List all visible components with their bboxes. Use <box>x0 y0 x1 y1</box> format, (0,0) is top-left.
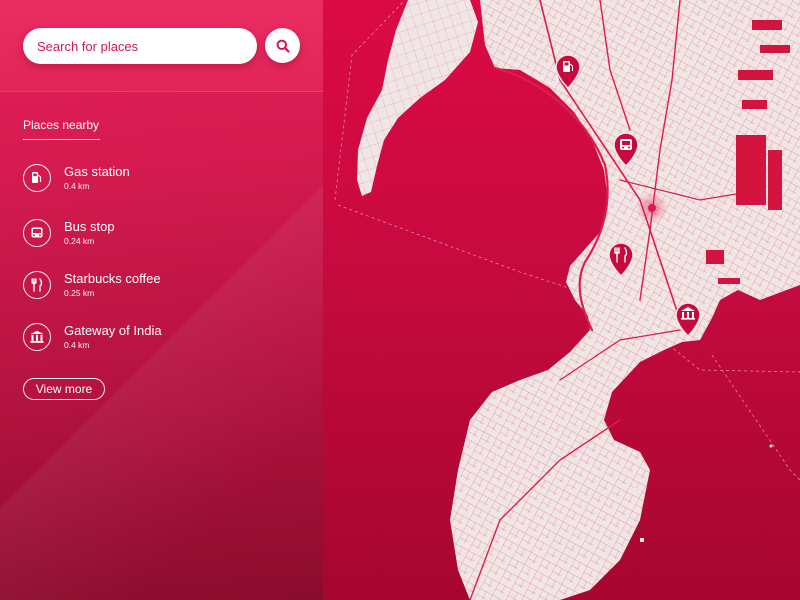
bus-icon <box>23 219 51 247</box>
map-land <box>357 0 800 600</box>
place-name: Gas station <box>64 164 130 179</box>
place-name: Gateway of India <box>64 323 162 338</box>
bus-icon <box>620 139 632 150</box>
search-input[interactable] <box>23 28 257 64</box>
place-item-gateway-of-india[interactable]: Gateway of India 0.4 km <box>23 323 283 355</box>
place-item-starbucks[interactable]: Starbucks coffee 0.25 km <box>23 271 283 303</box>
place-distance: 0.24 km <box>64 236 95 246</box>
place-distance: 0.4 km <box>64 181 90 191</box>
view-more-button[interactable]: View more <box>23 378 105 400</box>
search-button[interactable] <box>265 28 300 63</box>
gas-pump-icon <box>23 164 51 192</box>
place-item-bus-stop[interactable]: Bus stop 0.24 km <box>23 219 283 251</box>
search-box[interactable] <box>23 28 257 64</box>
place-distance: 0.25 km <box>64 288 95 298</box>
current-location-marker[interactable] <box>636 192 668 224</box>
places-nearby-underline <box>23 139 100 140</box>
place-item-gas-station[interactable]: Gas station 0.4 km <box>23 164 283 196</box>
sidebar-panel: Places nearby Gas station 0.4 km Bus sto… <box>0 0 323 600</box>
place-name: Starbucks coffee <box>64 271 161 286</box>
place-distance: 0.4 km <box>64 340 90 350</box>
search-icon <box>276 39 290 53</box>
map-islets <box>632 444 773 542</box>
fork-knife-icon <box>23 271 51 299</box>
monument-icon <box>23 323 51 351</box>
place-name: Bus stop <box>64 219 115 234</box>
places-nearby-title: Places nearby <box>23 118 100 132</box>
